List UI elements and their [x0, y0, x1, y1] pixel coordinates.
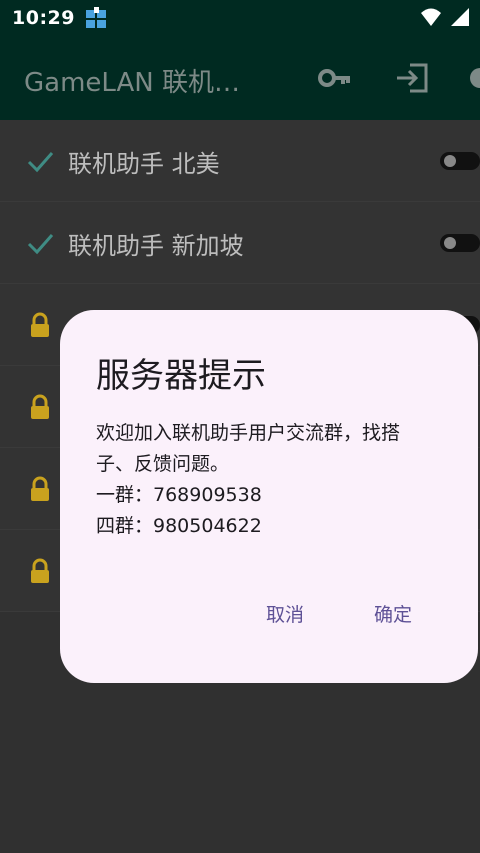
- dialog-title: 服务器提示: [96, 356, 266, 396]
- dialog-message: 欢迎加入联机助手用户交流群，找搭 子、反馈问题。 一群：768909538 四群…: [96, 418, 456, 542]
- dialog-message-line: 子、反馈问题。: [96, 453, 230, 475]
- confirm-button[interactable]: 确定: [366, 596, 420, 631]
- screen: 10:29 GameLAN 联机… 联机助手 北美 联机助手 新加坡 服务器提示…: [0, 0, 480, 853]
- server-notice-dialog: 服务器提示 欢迎加入联机助手用户交流群，找搭 子、反馈问题。 一群：768909…: [60, 310, 478, 683]
- dialog-message-line: 四群：980504622: [96, 515, 262, 537]
- dialog-message-line: 欢迎加入联机助手用户交流群，找搭: [96, 422, 401, 444]
- cancel-button[interactable]: 取消: [258, 596, 312, 631]
- dialog-message-line: 一群：768909538: [96, 484, 262, 506]
